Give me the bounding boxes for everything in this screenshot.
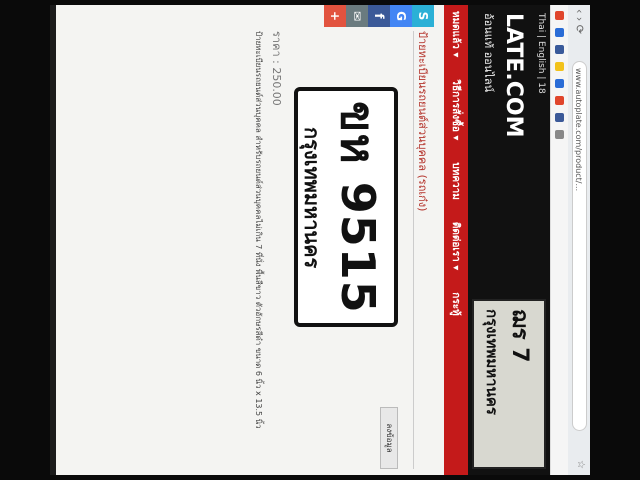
banner-plate-number: ฌร 7 (507, 309, 532, 363)
site-logo[interactable]: LATE.COM (501, 13, 526, 137)
url-input[interactable]: www.autoplate.com/product/... (572, 61, 587, 431)
product-content: ป้ายทะเบียนรถยนต์ส่วนบุคคล (รถเก๋ง) ขห 9… (56, 31, 436, 469)
email-icon[interactable]: ✉ (346, 5, 368, 27)
product-title: ป้ายทะเบียนรถยนต์ส่วนบุคคล (รถเก๋ง) (416, 31, 429, 212)
site-tagline: อ้อนแท้ ออนไลน์ (482, 13, 495, 93)
license-plate-image[interactable]: ขห 9515 กรุงเทพมหานคร (294, 87, 398, 327)
divider (413, 31, 414, 469)
header-banner: ฌร 7 กรุงเทพมหานคร (472, 299, 546, 469)
google-icon[interactable]: G (390, 5, 412, 27)
bookmark-icon[interactable] (555, 45, 564, 54)
browser-screen: ‹ › ⟳ www.autoplate.com/product/... ☆ Th… (50, 5, 590, 475)
bookmark-icon[interactable] (555, 96, 564, 105)
bookmark-icon[interactable] (555, 130, 564, 139)
photo-stage: ‹ › ⟳ www.autoplate.com/product/... ☆ Th… (0, 0, 640, 480)
plate-province: กรุงเทพมหานคร (300, 127, 324, 269)
bookmark-icon[interactable] (555, 11, 564, 20)
facebook-icon[interactable]: f (368, 5, 390, 27)
nav-item[interactable]: ติดต่อเรา ▾ (449, 222, 464, 270)
social-share-bar: S G f ✉ + (324, 5, 434, 27)
nav-item[interactable]: วิธีการสั่งซื้อ ▾ (449, 79, 464, 140)
address-bar-row: ‹ › ⟳ www.autoplate.com/product/... ☆ (567, 5, 590, 475)
side-button[interactable]: ลงข้อมูล (380, 407, 398, 469)
plus-icon[interactable]: + (324, 5, 346, 27)
banner-plate-province: กรุงเทพมหานคร (483, 309, 501, 415)
skype-icon[interactable]: S (412, 5, 434, 27)
taskbar (50, 5, 56, 475)
star-icon[interactable]: ☆ (575, 460, 586, 469)
site-header: Thai | English | 18 LATE.COM อ้อนแท้ ออน… (468, 5, 550, 475)
nav-item[interactable]: กระทู้ (449, 292, 464, 315)
bookmark-icon[interactable] (555, 79, 564, 88)
nav-buttons[interactable]: ‹ › ⟳ (573, 9, 586, 34)
bookmarks-bar (550, 5, 568, 475)
plate-number: ขห 9515 (331, 101, 385, 314)
language-switcher[interactable]: Thai | English | 18 (536, 13, 546, 94)
bookmark-icon[interactable] (555, 28, 564, 37)
main-nav: หมดแล้ว ▾ วิธีการสั่งซื้อ ▾ บทความ ติดต่… (444, 5, 468, 475)
bookmark-icon[interactable] (555, 113, 564, 122)
product-price: ราคา : 250.00 (270, 31, 283, 106)
product-details: ป้ายทะเบียนรถยนต์ส่วนบุคคล สำหรับรถยนต์ส… (254, 31, 263, 429)
nav-item[interactable]: หมดแล้ว ▾ (449, 11, 464, 57)
nav-item[interactable]: บทความ (449, 162, 464, 199)
bookmark-icon[interactable] (555, 62, 564, 71)
